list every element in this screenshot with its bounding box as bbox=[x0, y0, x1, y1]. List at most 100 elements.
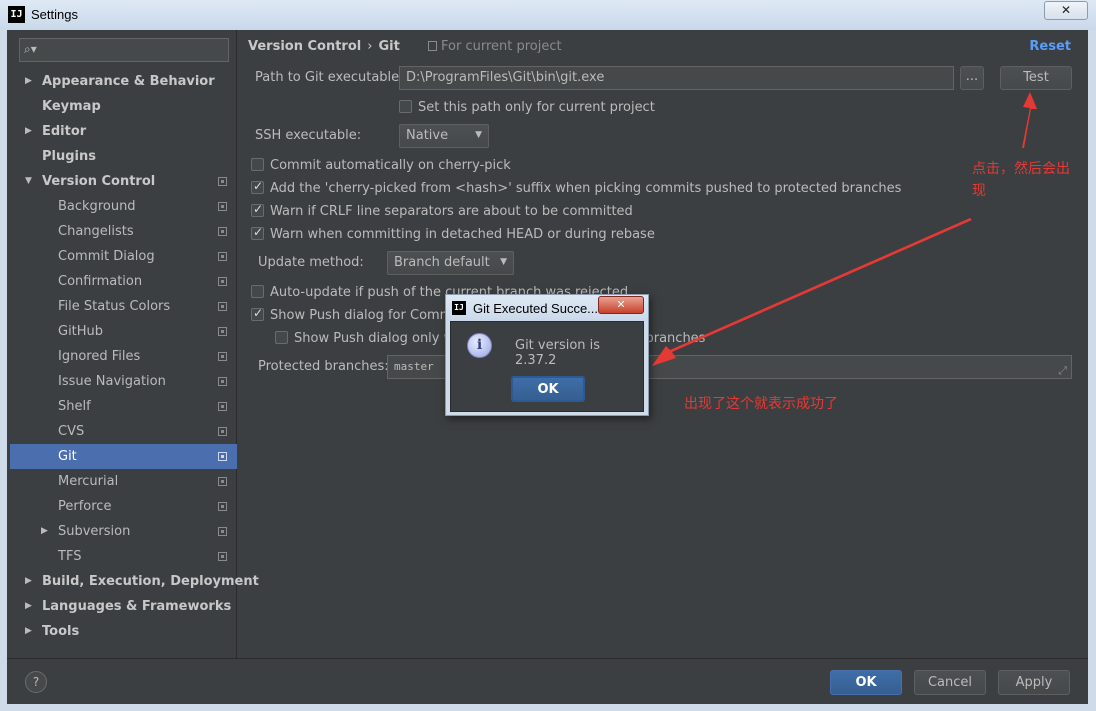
ssh-label: SSH executable: bbox=[255, 128, 362, 143]
window-title: Settings bbox=[31, 7, 78, 22]
sidebar-item-label: CVS bbox=[58, 424, 85, 439]
settings-search-input[interactable]: ⌕▾ bbox=[19, 38, 229, 62]
sidebar-item-mercurial[interactable]: Mercurial bbox=[10, 469, 237, 494]
sidebar-item-file-status-colors[interactable]: File Status Colors bbox=[10, 294, 237, 319]
sidebar-item-issue-navigation[interactable]: Issue Navigation bbox=[10, 369, 237, 394]
sidebar-item-github[interactable]: GitHub bbox=[10, 319, 237, 344]
git-option-checkbox[interactable]: Add the 'cherry-picked from <hash>' suff… bbox=[251, 179, 902, 196]
project-scope-icon bbox=[218, 227, 227, 236]
sidebar-item-tfs[interactable]: TFS bbox=[10, 544, 237, 569]
checkbox-box bbox=[251, 202, 264, 217]
browse-button[interactable]: ... bbox=[960, 66, 984, 90]
sidebar-item-label: Mercurial bbox=[58, 474, 119, 489]
sidebar-item-commit-dialog[interactable]: Commit Dialog bbox=[10, 244, 237, 269]
sidebar-item-label: Ignored Files bbox=[58, 349, 141, 364]
window-close-button[interactable]: ✕ bbox=[1044, 1, 1088, 20]
project-scope-icon bbox=[218, 277, 227, 286]
checkbox-box bbox=[251, 306, 264, 321]
sidebar-item-background[interactable]: Background bbox=[10, 194, 237, 219]
breadcrumb-parent[interactable]: Version Control bbox=[248, 39, 361, 54]
project-scope-icon bbox=[428, 41, 437, 51]
git-path-field[interactable]: D:\ProgramFiles\Git\bin\git.exe bbox=[399, 66, 954, 90]
sidebar-item-label: Tools bbox=[42, 624, 80, 639]
cancel-button[interactable]: Cancel bbox=[914, 670, 986, 695]
for-current-project-label: For current project bbox=[428, 39, 562, 54]
sidebar-item-languages-frameworks[interactable]: ▶ Languages & Frameworks bbox=[10, 594, 237, 619]
chevron-right-icon[interactable]: ▶ bbox=[25, 594, 32, 619]
git-success-dialog: IJ Git Executed Succe... ✕ i Git version… bbox=[445, 294, 649, 416]
sidebar-item-tools[interactable]: ▶ Tools bbox=[10, 619, 237, 644]
update-method-label: Update method: bbox=[258, 255, 364, 270]
dialog-message: Git version is 2.37.2 bbox=[515, 338, 601, 368]
project-scope-icon bbox=[218, 327, 227, 336]
checkbox-box bbox=[275, 331, 288, 344]
git-path-label: Path to Git executable: bbox=[255, 70, 404, 85]
sidebar-item-confirmation[interactable]: Confirmation bbox=[10, 269, 237, 294]
sidebar-item-label: Subversion bbox=[58, 524, 131, 539]
chevron-down-icon[interactable]: ▼ bbox=[25, 169, 32, 194]
checkbox-label: Add the 'cherry-picked from <hash>' suff… bbox=[270, 181, 902, 196]
sidebar-item-appearance-behavior[interactable]: ▶ Appearance & Behavior bbox=[10, 69, 237, 94]
sidebar-item-keymap[interactable]: Keymap bbox=[10, 94, 237, 119]
sidebar-item-editor[interactable]: ▶ Editor bbox=[10, 119, 237, 144]
info-icon: i bbox=[467, 333, 492, 358]
project-scope-icon bbox=[218, 477, 227, 486]
sidebar-item-git[interactable]: Git bbox=[10, 444, 237, 469]
sidebar-item-label: TFS bbox=[58, 549, 82, 564]
click-annotation: 点击，然后会出现 bbox=[972, 161, 1070, 199]
chevron-right-icon[interactable]: ▶ bbox=[25, 569, 32, 594]
apply-button[interactable]: Apply bbox=[998, 670, 1070, 695]
project-scope-icon bbox=[218, 352, 227, 361]
chevron-right-icon[interactable]: ▶ bbox=[41, 519, 48, 544]
intellij-app-icon: IJ bbox=[452, 301, 466, 315]
checkbox-box bbox=[251, 285, 264, 298]
sidebar-item-build-execution-deployment[interactable]: ▶ Build, Execution, Deployment bbox=[10, 569, 259, 594]
reset-link[interactable]: Reset bbox=[1029, 39, 1071, 54]
sidebar-item-plugins[interactable]: Plugins bbox=[10, 144, 237, 169]
update-method-select[interactable]: Branch default ▼ bbox=[387, 251, 514, 275]
ok-button[interactable]: OK bbox=[830, 670, 902, 695]
git-option-checkbox[interactable]: Warn when committing in detached HEAD or… bbox=[251, 225, 655, 242]
sidebar-item-cvs[interactable]: CVS bbox=[10, 419, 237, 444]
sidebar-item-label: Shelf bbox=[58, 399, 91, 414]
expand-icon[interactable]: ⤢ bbox=[1058, 360, 1067, 381]
chevron-right-icon[interactable]: ▶ bbox=[25, 69, 32, 94]
project-scope-icon bbox=[218, 452, 227, 461]
git-option-checkbox[interactable]: Warn if CRLF line separators are about t… bbox=[251, 202, 633, 219]
set-path-only-checkbox[interactable]: Set this path only for current project bbox=[399, 100, 655, 115]
chevron-right-icon[interactable]: ▶ bbox=[25, 119, 32, 144]
chevron-right-icon[interactable]: ▶ bbox=[25, 619, 32, 644]
sidebar-item-perforce[interactable]: Perforce bbox=[10, 494, 237, 519]
success-annotation: 出现了这个就表示成功了 bbox=[684, 396, 838, 412]
settings-tree: ▶ Appearance & Behavior Keymap ▶ Editor Plugi… bbox=[10, 69, 259, 644]
dialog-ok-button[interactable]: OK bbox=[511, 376, 585, 402]
sidebar-item-label: File Status Colors bbox=[58, 299, 171, 314]
protected-branches-value: master bbox=[394, 360, 434, 373]
sidebar-item-label: Plugins bbox=[42, 149, 96, 164]
sidebar-item-version-control[interactable]: ▼ Version Control bbox=[10, 169, 237, 194]
checkbox-label: Warn if CRLF line separators are about t… bbox=[270, 204, 633, 219]
dialog-footer: ? OK Cancel Apply bbox=[7, 658, 1088, 704]
test-button[interactable]: Test bbox=[1000, 66, 1072, 90]
sidebar-item-label: GitHub bbox=[58, 324, 104, 339]
sidebar-item-changelists[interactable]: Changelists bbox=[10, 219, 237, 244]
sidebar-item-label: Languages & Frameworks bbox=[42, 599, 232, 614]
checkbox-label: Set this path only for current project bbox=[418, 100, 655, 115]
sidebar-item-label: Version Control bbox=[42, 174, 156, 189]
project-scope-icon bbox=[218, 377, 227, 386]
dialog-close-button[interactable]: ✕ bbox=[598, 296, 644, 314]
sidebar-item-label: Background bbox=[58, 199, 136, 214]
settings-sidebar: ⌕▾ ▶ Appearance & Behavior Keymap ▶ Editor Pl… bbox=[10, 30, 259, 658]
sidebar-item-label: Git bbox=[58, 449, 77, 464]
help-button[interactable]: ? bbox=[25, 671, 47, 693]
chevron-down-icon: ▼ bbox=[475, 130, 482, 140]
sidebar-item-shelf[interactable]: Shelf bbox=[10, 394, 237, 419]
dialog-title-bar: IJ Git Executed Succe... ✕ bbox=[446, 295, 648, 321]
git-option-checkbox[interactable]: Commit automatically on cherry-pick bbox=[251, 158, 511, 173]
sidebar-item-ignored-files[interactable]: Ignored Files bbox=[10, 344, 237, 369]
sidebar-item-subversion[interactable]: ▶ Subversion bbox=[10, 519, 237, 544]
ssh-select[interactable]: Native ▼ bbox=[399, 124, 489, 148]
sidebar-item-label: Build, Execution, Deployment bbox=[42, 574, 259, 589]
ssh-select-value: Native bbox=[406, 128, 449, 143]
project-scope-icon bbox=[218, 202, 227, 211]
